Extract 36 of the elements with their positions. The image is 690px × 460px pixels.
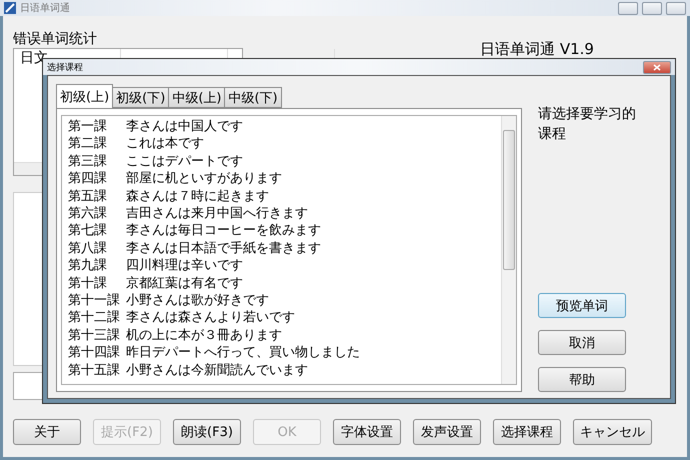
dialog-button[interactable]: 取消 <box>538 330 626 355</box>
toolbar-button[interactable]: キャンセル <box>573 419 652 445</box>
lesson-item[interactable]: 第一課 李さんは中国人です <box>68 118 495 136</box>
app-icon <box>4 2 16 14</box>
window-title: 日语单词通 <box>20 2 71 15</box>
vertical-scrollbar[interactable] <box>501 116 516 384</box>
lesson-item[interactable]: 第四課 部屋に机といすがあります <box>68 170 495 188</box>
lesson-item[interactable]: 第十三課 机の上に本が３冊あります <box>68 326 495 344</box>
lesson-item[interactable]: 第三課 ここはデパートです <box>68 152 495 170</box>
dialog-title: 选择课程 <box>47 62 83 74</box>
lesson-item[interactable]: 第十五課 小野さんは今新聞読んでいます <box>68 362 495 380</box>
lesson-item[interactable]: 第九課 四川料理は辛いです <box>68 257 495 275</box>
level-tab[interactable]: 初级(下) <box>112 87 170 108</box>
level-tab[interactable]: 初级(上) <box>56 84 114 108</box>
section-label: 错误单词统计 <box>13 30 98 48</box>
lesson-item[interactable]: 第八課 李さんは日本語で手紙を書きます <box>68 240 495 258</box>
lesson-item[interactable]: 第十二課 李さんは森さんより若いです <box>68 309 495 327</box>
prompt-text: 请选择要学习的课程 <box>538 105 637 144</box>
dialog-button[interactable]: 预览单词 <box>538 293 626 318</box>
level-tab[interactable]: 中级(下) <box>224 87 282 108</box>
lesson-item[interactable]: 第二課 これは本です <box>68 135 495 153</box>
toolbar-button[interactable]: 字体设置 <box>333 419 401 445</box>
lesson-item[interactable]: 第十課 京都紅葉は有名です <box>68 274 495 292</box>
toolbar-button[interactable]: 关于 <box>13 419 81 445</box>
level-tab[interactable]: 中级(上) <box>168 87 226 108</box>
toolbar-button[interactable]: 发声设置 <box>413 419 481 445</box>
lesson-item[interactable]: 第十四課 昨日デパートへ行って、買い物しました <box>68 344 495 362</box>
dialog-button[interactable]: 帮助 <box>538 367 626 392</box>
toolbar-button[interactable]: 选择课程 <box>493 419 561 445</box>
lesson-item[interactable]: 第七課 李さんは毎日コーヒーを飲みます <box>68 222 495 240</box>
lesson-item[interactable]: 第十一課 小野さんは歌が好きです <box>68 292 495 310</box>
lesson-item[interactable]: 第六課 吉田さんは来月中国へ行きます <box>68 205 495 222</box>
app-title: 日语单词通 V1.9 <box>480 40 594 59</box>
close-icon <box>653 64 661 70</box>
lesson-item[interactable]: 第五課 森さんは７時に起きます <box>68 188 495 206</box>
toolbar-button[interactable]: 朗读(F3) <box>173 419 241 445</box>
